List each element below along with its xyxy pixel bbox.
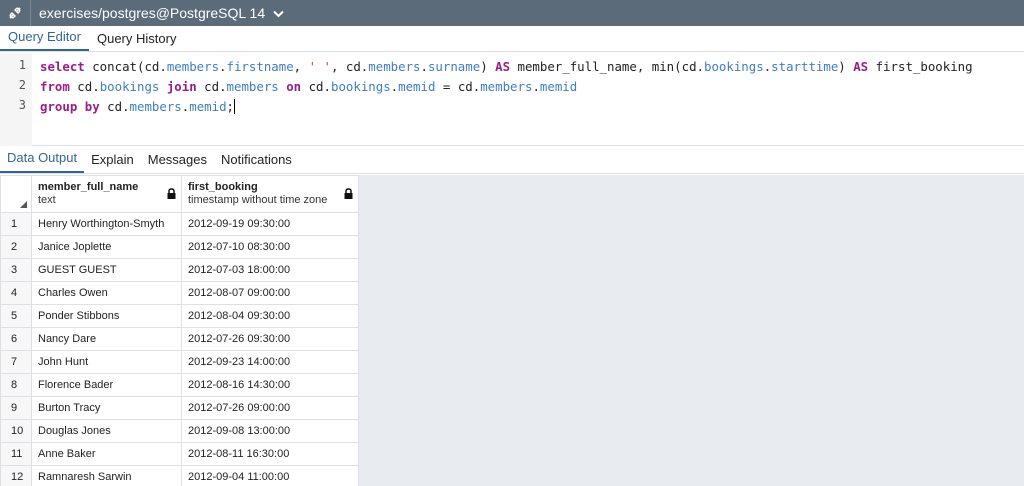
column-header-first-booking[interactable]: first_booking timestamp without time zon… bbox=[181, 175, 359, 213]
cell-member-full-name[interactable]: Ramnaresh Sarwin bbox=[31, 465, 182, 486]
connection-bar: exercises/postgres@PostgreSQL 14 bbox=[0, 0, 1024, 26]
row-number[interactable]: 9 bbox=[0, 396, 32, 420]
connection-selector[interactable]: exercises/postgres@PostgreSQL 14 bbox=[31, 5, 284, 21]
plug-icon[interactable] bbox=[0, 0, 30, 26]
row-number[interactable]: 7 bbox=[0, 350, 32, 374]
row-number[interactable]: 3 bbox=[0, 258, 32, 282]
cell-member-full-name[interactable]: Burton Tracy bbox=[31, 396, 182, 420]
output-tabs: Data Output Explain Messages Notificatio… bbox=[0, 146, 1024, 174]
cell-first-booking[interactable]: 2012-09-08 13:00:00 bbox=[181, 419, 359, 443]
cell-member-full-name[interactable]: Douglas Jones bbox=[31, 419, 182, 443]
cell-first-booking[interactable]: 2012-07-26 09:00:00 bbox=[181, 396, 359, 420]
table-row[interactable]: 12 Ramnaresh Sarwin 2012-09-04 11:00:00 bbox=[0, 465, 359, 486]
code-area[interactable]: select concat(cd.members.firstname, ' ',… bbox=[40, 53, 1024, 128]
code-line: from cd.bookings join cd.members on cd.b… bbox=[40, 79, 578, 94]
column-type: text bbox=[38, 194, 56, 206]
tab-notifications[interactable]: Notifications bbox=[214, 145, 299, 173]
column-header-member-full-name[interactable]: member_full_name text bbox=[31, 175, 182, 213]
corner-triangle-icon bbox=[20, 201, 27, 208]
lock-icon bbox=[167, 188, 176, 202]
table-row[interactable]: 3 GUEST GUEST 2012-07-03 18:00:00 bbox=[0, 258, 359, 282]
column-type: timestamp without time zone bbox=[188, 194, 328, 206]
cell-member-full-name[interactable]: GUEST GUEST bbox=[31, 258, 182, 282]
row-number[interactable]: 5 bbox=[0, 304, 32, 328]
row-number[interactable]: 6 bbox=[0, 327, 32, 351]
sql-editor[interactable]: 1 2 3 select concat(cd.members.firstname… bbox=[0, 53, 1024, 146]
cell-first-booking[interactable]: 2012-08-04 09:30:00 bbox=[181, 304, 359, 328]
column-name: member_full_name bbox=[38, 181, 139, 193]
table-row[interactable]: 9 Burton Tracy 2012-07-26 09:00:00 bbox=[0, 396, 359, 420]
table-row[interactable]: 8 Florence Bader 2012-08-16 14:30:00 bbox=[0, 373, 359, 397]
cell-first-booking[interactable]: 2012-07-10 08:30:00 bbox=[181, 235, 359, 259]
line-number: 1 bbox=[18, 58, 26, 72]
lock-icon bbox=[344, 188, 353, 202]
row-number[interactable]: 2 bbox=[0, 235, 32, 259]
cell-first-booking[interactable]: 2012-08-11 16:30:00 bbox=[181, 442, 359, 466]
row-number[interactable]: 4 bbox=[0, 281, 32, 305]
editor-tabs: Query Editor Query History bbox=[0, 26, 1024, 52]
table-row[interactable]: 4 Charles Owen 2012-08-07 09:00:00 bbox=[0, 281, 359, 305]
cell-first-booking[interactable]: 2012-07-03 18:00:00 bbox=[181, 258, 359, 282]
row-number[interactable]: 12 bbox=[0, 465, 32, 486]
line-gutter: 1 2 3 bbox=[0, 53, 32, 146]
column-name: first_booking bbox=[188, 181, 258, 193]
text-cursor bbox=[234, 99, 236, 114]
table-row[interactable]: 6 Nancy Dare 2012-07-26 09:30:00 bbox=[0, 327, 359, 351]
code-line: select concat(cd.members.firstname, ' ',… bbox=[40, 59, 973, 74]
cell-member-full-name[interactable]: Henry Worthington-Smyth bbox=[31, 212, 182, 236]
tab-explain[interactable]: Explain bbox=[84, 145, 141, 173]
table-row[interactable]: 10 Douglas Jones 2012-09-08 13:00:00 bbox=[0, 419, 359, 443]
cell-first-booking[interactable]: 2012-09-23 14:00:00 bbox=[181, 350, 359, 374]
line-number: 2 bbox=[18, 78, 26, 92]
data-output-panel: member_full_name text first_booking time… bbox=[0, 175, 1024, 486]
cell-member-full-name[interactable]: John Hunt bbox=[31, 350, 182, 374]
table-row[interactable]: 1 Henry Worthington-Smyth 2012-09-19 09:… bbox=[0, 212, 359, 236]
cell-member-full-name[interactable]: Anne Baker bbox=[31, 442, 182, 466]
row-number[interactable]: 11 bbox=[0, 442, 32, 466]
select-all-corner[interactable] bbox=[0, 175, 32, 213]
results-grid: member_full_name text first_booking time… bbox=[0, 175, 359, 486]
cell-member-full-name[interactable]: Ponder Stibbons bbox=[31, 304, 182, 328]
cell-first-booking[interactable]: 2012-09-19 09:30:00 bbox=[181, 212, 359, 236]
row-number[interactable]: 10 bbox=[0, 419, 32, 443]
cell-first-booking[interactable]: 2012-07-26 09:30:00 bbox=[181, 327, 359, 351]
cell-member-full-name[interactable]: Florence Bader bbox=[31, 373, 182, 397]
chevron-down-icon bbox=[273, 5, 284, 21]
cell-member-full-name[interactable]: Charles Owen bbox=[31, 281, 182, 305]
cell-member-full-name[interactable]: Nancy Dare bbox=[31, 327, 182, 351]
code-line: group by cd.members.memid; bbox=[40, 99, 236, 114]
connection-label: exercises/postgres@PostgreSQL 14 bbox=[39, 5, 266, 21]
cell-first-booking[interactable]: 2012-08-07 09:00:00 bbox=[181, 281, 359, 305]
cell-member-full-name[interactable]: Janice Joplette bbox=[31, 235, 182, 259]
row-number[interactable]: 8 bbox=[0, 373, 32, 397]
row-number[interactable]: 1 bbox=[0, 212, 32, 236]
tab-data-output[interactable]: Data Output bbox=[0, 145, 85, 173]
tab-messages[interactable]: Messages bbox=[141, 145, 214, 173]
cell-first-booking[interactable]: 2012-09-04 11:00:00 bbox=[181, 465, 359, 486]
table-row[interactable]: 2 Janice Joplette 2012-07-10 08:30:00 bbox=[0, 235, 359, 259]
tab-query-history[interactable]: Query History bbox=[89, 25, 184, 51]
table-row[interactable]: 5 Ponder Stibbons 2012-08-04 09:30:00 bbox=[0, 304, 359, 328]
cell-first-booking[interactable]: 2012-08-16 14:30:00 bbox=[181, 373, 359, 397]
table-row[interactable]: 7 John Hunt 2012-09-23 14:00:00 bbox=[0, 350, 359, 374]
table-row[interactable]: 11 Anne Baker 2012-08-11 16:30:00 bbox=[0, 442, 359, 466]
line-number: 3 bbox=[18, 98, 26, 112]
tab-query-editor[interactable]: Query Editor bbox=[0, 25, 89, 51]
